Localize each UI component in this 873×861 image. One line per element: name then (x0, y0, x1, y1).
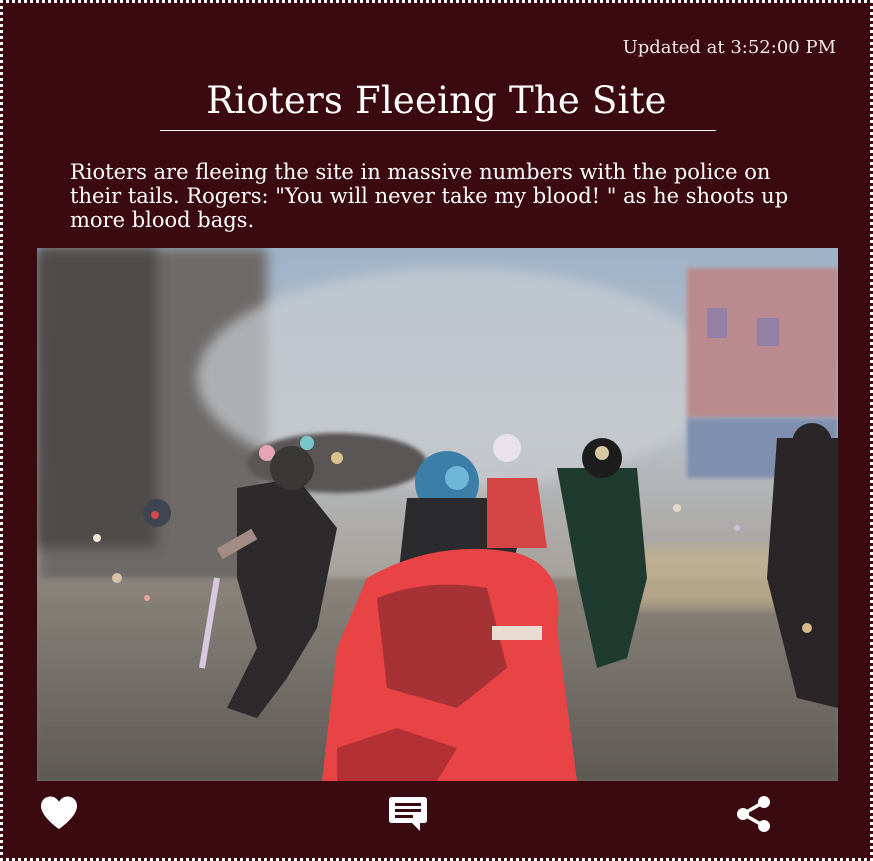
heart-icon (41, 796, 77, 829)
painted-riot-scene-image (37, 248, 838, 781)
updated-timestamp: Updated at 3:52:00 PM (622, 37, 836, 58)
post-title: Rioters Fleeing The Site (206, 79, 667, 122)
title-divider (160, 130, 716, 131)
comment-button[interactable] (387, 795, 431, 835)
news-card: Updated at 3:52:00 PM Rioters Fleeing Th… (0, 0, 873, 861)
post-body: Rioters are fleeing the site in massive … (70, 160, 789, 232)
post-image (37, 248, 838, 781)
like-button[interactable] (39, 795, 83, 835)
share-button[interactable] (735, 795, 779, 835)
share-icon (737, 796, 770, 832)
comment-icon (389, 797, 427, 831)
action-bar (3, 787, 870, 843)
